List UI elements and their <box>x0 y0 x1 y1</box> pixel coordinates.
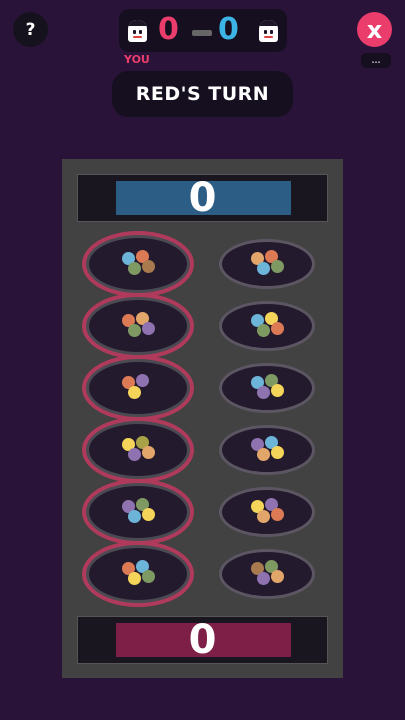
seed <box>128 386 141 399</box>
seed <box>257 510 270 523</box>
game-board: 0 0 <box>62 159 343 678</box>
seed <box>142 570 155 583</box>
red-score: 0 <box>158 12 179 47</box>
seed <box>257 448 270 461</box>
close-button[interactable]: x <box>357 12 392 47</box>
seed <box>257 324 270 337</box>
seed <box>142 260 155 273</box>
blue-store-count: 0 <box>188 175 217 221</box>
seed <box>142 322 155 335</box>
seed <box>128 448 141 461</box>
help-icon: ? <box>25 19 36 40</box>
red-store-count: 0 <box>188 617 217 663</box>
seed <box>271 508 284 521</box>
seed <box>257 262 270 275</box>
close-icon: x <box>366 15 383 44</box>
seed <box>271 260 284 273</box>
seed <box>271 322 284 335</box>
seed <box>142 446 155 459</box>
seed <box>271 570 284 583</box>
seed <box>271 446 284 459</box>
blue-score: 0 <box>218 12 239 47</box>
seed <box>257 572 270 585</box>
you-label: YOU <box>124 53 150 66</box>
more-button[interactable]: ... <box>361 53 391 68</box>
scoreboard: 0 0 <box>119 9 287 52</box>
blue-store: 0 <box>77 174 328 222</box>
red-store: 0 <box>77 616 328 664</box>
red-player-avatar-icon <box>128 20 147 42</box>
blue-player-avatar-icon <box>259 20 278 42</box>
seed <box>142 508 155 521</box>
seed <box>128 572 141 585</box>
seed <box>128 324 141 337</box>
seed <box>136 374 149 387</box>
score-separator <box>192 30 212 36</box>
seed <box>271 384 284 397</box>
help-button[interactable]: ? <box>13 12 48 47</box>
seed <box>128 510 141 523</box>
seed <box>128 262 141 275</box>
turn-banner: RED'S TURN <box>112 71 293 117</box>
seed <box>257 386 270 399</box>
